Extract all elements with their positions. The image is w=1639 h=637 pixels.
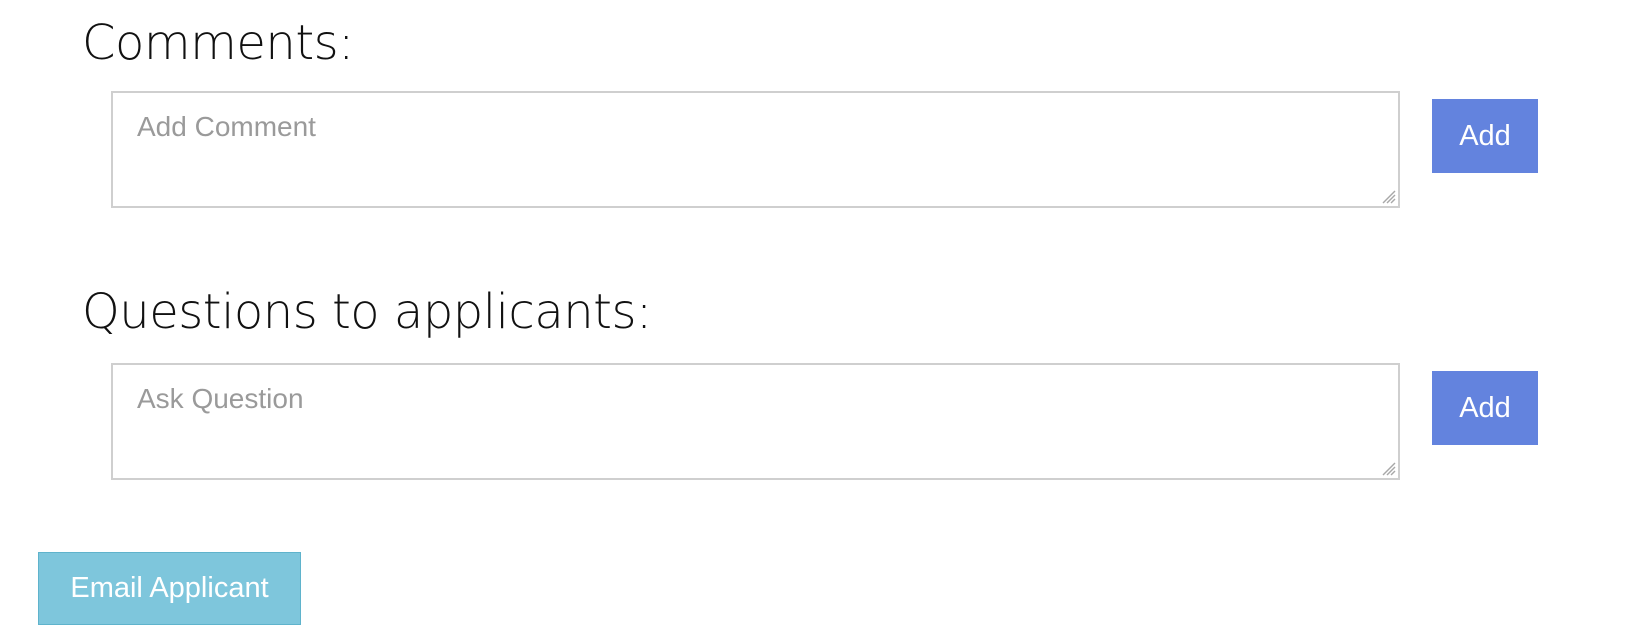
add-question-button[interactable]: Add — [1432, 371, 1538, 445]
comment-input[interactable] — [113, 93, 1398, 206]
question-input[interactable] — [113, 365, 1398, 478]
question-field-container — [111, 363, 1400, 480]
email-applicant-button[interactable]: Email Applicant — [38, 552, 301, 625]
add-comment-button[interactable]: Add — [1432, 99, 1538, 173]
questions-heading: Questions to applicants: — [82, 284, 652, 340]
comment-field-container — [111, 91, 1400, 208]
comments-heading: Comments: — [82, 15, 354, 71]
